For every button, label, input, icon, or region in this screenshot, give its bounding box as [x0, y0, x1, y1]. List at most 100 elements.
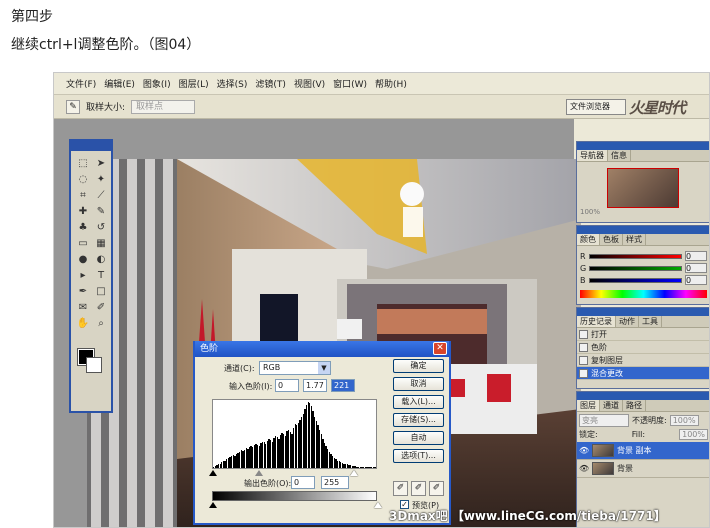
hand-tool-icon[interactable]: ✋ [75, 317, 91, 331]
tab-layers[interactable]: 图层 [577, 400, 600, 411]
channel-r-value[interactable]: 0 [685, 251, 707, 261]
menu-image[interactable]: 图象(I) [143, 77, 171, 90]
file-browser-button[interactable]: 文件浏览器 [566, 99, 626, 115]
load-button[interactable]: 载入(L)... [393, 395, 444, 409]
output-black-slider[interactable] [209, 502, 217, 508]
layer-row[interactable]: 👁 背景 [577, 460, 709, 478]
channel-g-slider[interactable] [589, 265, 682, 271]
channel-b-value[interactable]: 0 [685, 275, 707, 285]
marquee-tool-icon[interactable]: ⬚ [75, 157, 91, 171]
history-item-label: 打开 [591, 329, 607, 339]
menu-edit[interactable]: 编辑(E) [104, 77, 135, 90]
output-black-field[interactable]: 0 [291, 476, 315, 489]
toolbox-panel: ⬚ ➤ ◌ ✦ ⌗ ⟋ ✚ ✎ ♣ ↺ ▭ ▦ ● ◐ ▸ T ✒ □ ✉ ✐ … [69, 139, 113, 413]
history-brush-tool-icon[interactable]: ↺ [93, 221, 109, 235]
cancel-button[interactable]: 取消 [393, 377, 444, 391]
chevron-down-icon: ▼ [318, 362, 330, 374]
output-white-field[interactable]: 255 [321, 476, 349, 489]
tab-actions[interactable]: 动作 [616, 316, 639, 327]
menu-select[interactable]: 选择(S) [217, 77, 248, 90]
input-gamma-slider[interactable] [255, 470, 263, 476]
lasso-tool-icon[interactable]: ◌ [75, 173, 91, 187]
tab-channels[interactable]: 通道 [600, 400, 623, 411]
ok-button[interactable]: 确定 [393, 359, 444, 373]
tab-styles[interactable]: 样式 [623, 234, 646, 245]
layer-row-selected[interactable]: 👁 背景 副本 [577, 442, 709, 460]
input-gamma-field[interactable]: 1.77 [303, 379, 327, 392]
eye-icon[interactable]: 👁 [579, 464, 589, 473]
document-icon [579, 355, 588, 365]
pen-tool-icon[interactable]: ✒ [75, 285, 91, 299]
menu-file[interactable]: 文件(F) [66, 77, 96, 90]
layer-thumbnail [592, 444, 614, 457]
healing-brush-tool-icon[interactable]: ✚ [75, 205, 91, 219]
channel-b-label: B [580, 275, 586, 285]
channel-select[interactable]: RGB ▼ [259, 361, 331, 375]
sample-size-select[interactable]: 取样点 [131, 99, 196, 114]
white-eyedropper-icon[interactable]: ✐ [429, 481, 444, 496]
channel-g-value[interactable]: 0 [685, 263, 707, 273]
levels-dialog-titlebar: 色阶 ✕ [195, 341, 449, 357]
channel-r-slider[interactable] [588, 253, 682, 259]
shape-tool-icon[interactable]: □ [93, 285, 109, 299]
auto-button[interactable]: 自动 [393, 431, 444, 445]
tab-info[interactable]: 信息 [608, 150, 631, 161]
menu-filter[interactable]: 滤镜(T) [255, 77, 286, 90]
gray-eyedropper-icon[interactable]: ✐ [411, 481, 426, 496]
menu-help[interactable]: 帮助(H) [375, 77, 407, 90]
menu-bar: 文件(F) 编辑(E) 图象(I) 图层(L) 选择(S) 滤镜(T) 视图(V… [54, 73, 709, 95]
eyedropper-tool-icon[interactable]: ✎ [66, 99, 80, 114]
eraser-tool-icon[interactable]: ▭ [75, 237, 91, 251]
channel-b-slider[interactable] [588, 277, 682, 283]
opacity-field[interactable]: 100% [669, 415, 699, 426]
tab-color[interactable]: 颜色 [577, 234, 600, 245]
magic-wand-tool-icon[interactable]: ✦ [93, 173, 109, 187]
clone-stamp-tool-icon[interactable]: ♣ [75, 221, 91, 235]
levels-dialog: 色阶 ✕ 通道(C): RGB ▼ 输入色阶(I): 0 1.77 221 输出… [193, 341, 451, 525]
crop-tool-icon[interactable]: ⌗ [75, 189, 91, 203]
path-select-tool-icon[interactable]: ▸ [75, 269, 91, 283]
close-icon[interactable]: ✕ [433, 342, 447, 355]
dodge-tool-icon[interactable]: ◐ [93, 253, 109, 267]
blend-mode-select[interactable]: 变亮 [579, 414, 629, 427]
menu-window[interactable]: 窗口(W) [333, 77, 367, 90]
input-white-slider[interactable] [350, 470, 358, 476]
zoom-tool-icon[interactable]: ⌕ [93, 317, 109, 331]
gradient-tool-icon[interactable]: ▦ [93, 237, 109, 251]
type-tool-icon[interactable]: T [93, 269, 109, 283]
input-white-field[interactable]: 221 [331, 379, 355, 392]
save-button[interactable]: 存储(S)... [393, 413, 444, 427]
eye-icon[interactable]: 👁 [579, 446, 589, 455]
navigator-zoom[interactable]: 100% [577, 208, 709, 216]
channel-g-label: G [580, 263, 587, 273]
slice-tool-icon[interactable]: ⟋ [93, 189, 109, 203]
tab-tools[interactable]: 工具 [639, 316, 662, 327]
input-black-field[interactable]: 0 [275, 379, 299, 392]
history-item[interactable]: 色阶 [577, 341, 709, 354]
notes-tool-icon[interactable]: ✉ [75, 301, 91, 315]
tab-navigator[interactable]: 导航器 [577, 150, 608, 161]
navigator-thumbnail[interactable] [607, 168, 679, 208]
menu-view[interactable]: 视图(V) [294, 77, 325, 90]
black-eyedropper-icon[interactable]: ✐ [393, 481, 408, 496]
background-color-swatch[interactable] [86, 357, 102, 373]
fill-field[interactable]: 100% [679, 429, 708, 440]
history-item[interactable]: 复制图层 [577, 354, 709, 367]
tab-swatches[interactable]: 色板 [600, 234, 623, 245]
lock-label: 锁定: [579, 430, 598, 439]
blur-tool-icon[interactable]: ● [75, 253, 91, 267]
history-item[interactable]: 打开 [577, 328, 709, 341]
tab-paths[interactable]: 路径 [623, 400, 646, 411]
channel-value: RGB [263, 363, 281, 372]
move-tool-icon[interactable]: ➤ [93, 157, 109, 171]
brush-tool-icon[interactable]: ✎ [93, 205, 109, 219]
options-button[interactable]: 选项(T)... [393, 449, 444, 463]
color-ramp[interactable] [580, 290, 707, 298]
eyedropper-icon[interactable]: ✐ [93, 301, 109, 315]
history-item-selected[interactable]: 混合更改 [577, 367, 709, 380]
input-black-slider[interactable] [209, 470, 217, 476]
opacity-label: 不透明度: [632, 416, 667, 425]
output-white-slider[interactable] [374, 502, 382, 508]
tab-history[interactable]: 历史记录 [577, 316, 616, 327]
menu-layer[interactable]: 图层(L) [179, 77, 209, 90]
